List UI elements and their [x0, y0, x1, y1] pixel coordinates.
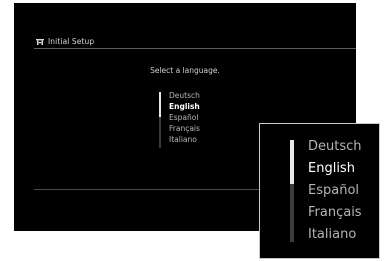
zoomed-option-italiano: Italiano [308, 227, 357, 242]
language-prompt: Select a language. [150, 66, 220, 75]
language-option-espanol[interactable]: Español [169, 112, 200, 123]
language-option-italiano[interactable]: Italiano [169, 134, 200, 145]
zoomed-option-francais: Français [308, 205, 362, 220]
language-scrollbar[interactable] [159, 92, 161, 148]
setup-toolbox-icon [36, 38, 44, 45]
page-title: Initial Setup [48, 36, 95, 46]
zoomed-scrollbar-thumb [290, 140, 294, 184]
header: Initial Setup [36, 35, 94, 47]
language-option-francais[interactable]: Français [169, 123, 200, 134]
zoomed-option-english: English [308, 161, 355, 176]
zoomed-language-list: Deutsch English Español Français Italian… [259, 123, 380, 259]
zoomed-option-espanol: Español [308, 183, 360, 198]
language-list[interactable]: Deutsch English Español Français Italian… [159, 90, 200, 148]
language-option-deutsch[interactable]: Deutsch [169, 90, 200, 101]
language-scrollbar-thumb[interactable] [159, 92, 161, 117]
zoomed-option-deutsch: Deutsch [308, 139, 362, 154]
zoomed-scrollbar [290, 140, 294, 242]
header-divider [34, 48, 356, 49]
language-option-english[interactable]: English [169, 101, 200, 112]
